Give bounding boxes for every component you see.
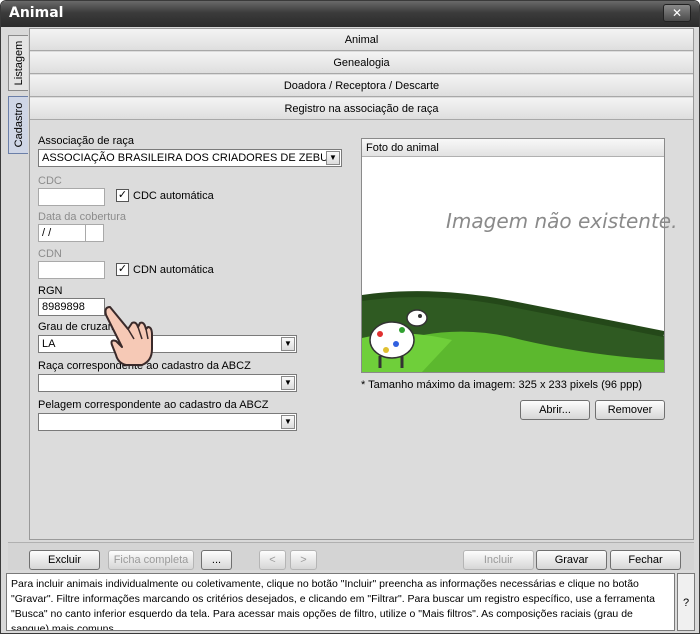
rgn-label: RGN: [38, 285, 63, 297]
grau-select[interactable]: LA ▼: [38, 335, 297, 353]
section-genealogia[interactable]: Genealogia: [30, 52, 693, 74]
grau-value: LA: [42, 338, 56, 350]
photo-panel: Foto do animal Imagem não existente.: [361, 138, 677, 373]
tab-cadastro-label: Cadastro: [12, 102, 25, 148]
associacao-select[interactable]: ASSOCIAÇÃO BRASILEIRA DOS CRIADORES DE Z…: [38, 149, 342, 167]
close-button[interactable]: ✕: [663, 4, 691, 22]
photo-size-note: * Tamanho máximo da imagem: 325 x 233 pi…: [361, 379, 643, 391]
associacao-value: ASSOCIAÇÃO BRASILEIRA DOS CRIADORES DE Z…: [42, 152, 329, 164]
open-photo-button[interactable]: Abrir...: [520, 400, 590, 420]
data-cobertura-value: / /: [42, 227, 52, 239]
pelagem-label: Pelagem correspondente ao cadastro da AB…: [38, 399, 269, 411]
chevron-down-icon[interactable]: ▼: [281, 337, 295, 351]
chevron-down-icon[interactable]: ▼: [281, 415, 295, 429]
prev-button[interactable]: <: [259, 550, 286, 570]
title-bar: Animal ✕: [1, 1, 699, 27]
raca-select[interactable]: ▼: [38, 374, 297, 392]
cdn-input[interactable]: [38, 261, 105, 279]
animal-window: Animal ✕ Listagem Cadastro Animal Geneal…: [0, 0, 700, 634]
fechar-button[interactable]: Fechar: [610, 550, 681, 570]
rgn-input[interactable]: 8989898: [38, 298, 105, 316]
excluir-button[interactable]: Excluir: [29, 550, 100, 570]
remove-photo-button[interactable]: Remover: [595, 400, 665, 420]
data-cobertura-picker[interactable]: [85, 224, 104, 242]
section-animal[interactable]: Animal: [30, 29, 693, 51]
chevron-down-icon[interactable]: ▼: [326, 151, 340, 165]
pelagem-select[interactable]: ▼: [38, 413, 297, 431]
window-title: Animal: [9, 5, 64, 21]
photo-title: Foto do animal: [362, 139, 664, 157]
chevron-down-icon[interactable]: ▼: [281, 376, 295, 390]
help-text: Para incluir animais individualmente ou …: [6, 573, 675, 631]
tab-cadastro[interactable]: Cadastro: [8, 96, 28, 154]
cdc-auto-label: CDC automática: [133, 190, 214, 202]
incluir-button[interactable]: Incluir: [463, 550, 534, 570]
tab-listagem-label: Listagem: [12, 40, 25, 86]
rgn-value: 8989898: [42, 301, 85, 313]
section-registro[interactable]: Registro na associação de raça: [30, 98, 693, 120]
help-button[interactable]: ?: [677, 573, 695, 631]
section-doadora[interactable]: Doadora / Receptora / Descarte: [30, 75, 693, 97]
cdn-auto-label: CDN automática: [133, 264, 214, 276]
ficha-completa-button[interactable]: Ficha completa: [108, 550, 194, 570]
associacao-label: Associação de raça: [38, 135, 134, 147]
data-cobertura-input[interactable]: / /: [38, 224, 86, 242]
data-cobertura-label: Data da cobertura: [38, 211, 127, 223]
sheep-illustration: [362, 291, 664, 372]
action-bar: Excluir Ficha completa ... < > Incluir G…: [8, 542, 694, 570]
gravar-button[interactable]: Gravar: [536, 550, 607, 570]
cdc-label: CDC: [38, 175, 62, 187]
cdc-input[interactable]: [38, 188, 105, 206]
hand-pointer-icon: [104, 306, 153, 366]
cadastro-panel: Animal Genealogia Doadora / Receptora / …: [29, 28, 694, 540]
cdn-auto-checkbox[interactable]: ✓: [116, 263, 129, 276]
more-button[interactable]: ...: [201, 550, 232, 570]
next-button[interactable]: >: [290, 550, 317, 570]
tab-listagem[interactable]: Listagem: [8, 35, 28, 91]
cdn-label: CDN: [38, 248, 62, 260]
cdc-auto-checkbox[interactable]: ✓: [116, 189, 129, 202]
